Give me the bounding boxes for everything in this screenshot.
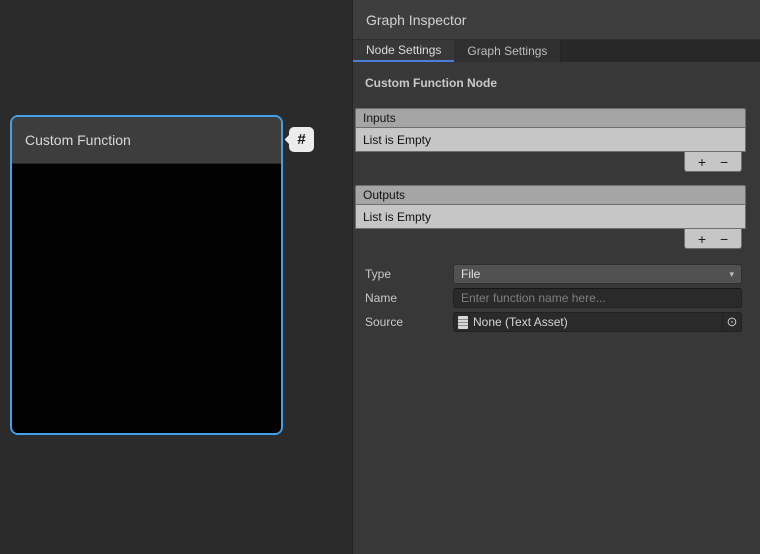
outputs-list-footer: + − [355, 229, 746, 249]
name-label: Name [365, 291, 453, 305]
shader-graph-window: Custom Function # Graph Inspector Node S… [0, 0, 760, 554]
inputs-empty-row: List is Empty [355, 128, 746, 152]
inspector-title: Graph Inspector [366, 12, 466, 28]
node-settings-form: Type File ▾ Name Source None (Text Asset… [365, 262, 742, 334]
inputs-list-footer: + − [355, 152, 746, 172]
source-label: Source [365, 315, 453, 329]
function-name-input[interactable] [453, 288, 742, 308]
outputs-empty-text: List is Empty [363, 210, 431, 224]
source-object-value: None (Text Asset) [473, 315, 568, 329]
node-preview-area [12, 165, 281, 433]
hash-icon: # [297, 131, 305, 148]
graph-inspector-panel: Graph Inspector Node Settings Graph Sett… [352, 0, 760, 554]
tab-graph-settings[interactable]: Graph Settings [454, 40, 561, 62]
node-type-title: Custom Function Node [365, 76, 748, 90]
inputs-list-header: Inputs [355, 108, 746, 128]
outputs-list-title: Outputs [363, 188, 405, 202]
outputs-empty-row: List is Empty [355, 205, 746, 229]
name-row: Name [365, 286, 742, 310]
tab-node-settings[interactable]: Node Settings [353, 40, 454, 62]
inputs-add-button[interactable]: + [698, 155, 706, 169]
inputs-footer-buttons: + − [684, 152, 742, 172]
node-title: Custom Function [25, 132, 131, 148]
source-object-field[interactable]: None (Text Asset) ⊙ [453, 312, 742, 332]
inputs-empty-text: List is Empty [363, 133, 431, 147]
outputs-list-header: Outputs [355, 185, 746, 205]
tab-node-settings-label: Node Settings [366, 43, 441, 57]
text-asset-icon [458, 316, 468, 329]
node-title-bar[interactable]: Custom Function [12, 117, 281, 164]
type-dropdown[interactable]: File ▾ [453, 264, 742, 284]
type-dropdown-value: File [461, 267, 480, 281]
inspector-title-bar[interactable]: Graph Inspector [353, 0, 760, 40]
inputs-list-title: Inputs [363, 111, 396, 125]
tab-graph-settings-label: Graph Settings [467, 44, 547, 58]
outputs-list: Outputs List is Empty + − [355, 185, 746, 249]
inputs-list: Inputs List is Empty + − [355, 108, 746, 172]
source-row: Source None (Text Asset) ⊙ [365, 310, 742, 334]
node-code-badge[interactable]: # [289, 127, 314, 152]
graph-canvas[interactable]: Custom Function # [0, 0, 352, 554]
type-label: Type [365, 267, 453, 281]
custom-function-node[interactable]: Custom Function [10, 115, 283, 435]
outputs-add-button[interactable]: + [698, 232, 706, 246]
dropdown-arrow-icon: ▾ [729, 269, 734, 280]
inspector-tabs: Node Settings Graph Settings [353, 40, 760, 62]
outputs-remove-button[interactable]: − [720, 232, 728, 246]
inputs-remove-button[interactable]: − [720, 155, 728, 169]
type-row: Type File ▾ [365, 262, 742, 286]
outputs-footer-buttons: + − [684, 229, 742, 249]
object-picker-icon[interactable]: ⊙ [722, 313, 741, 331]
